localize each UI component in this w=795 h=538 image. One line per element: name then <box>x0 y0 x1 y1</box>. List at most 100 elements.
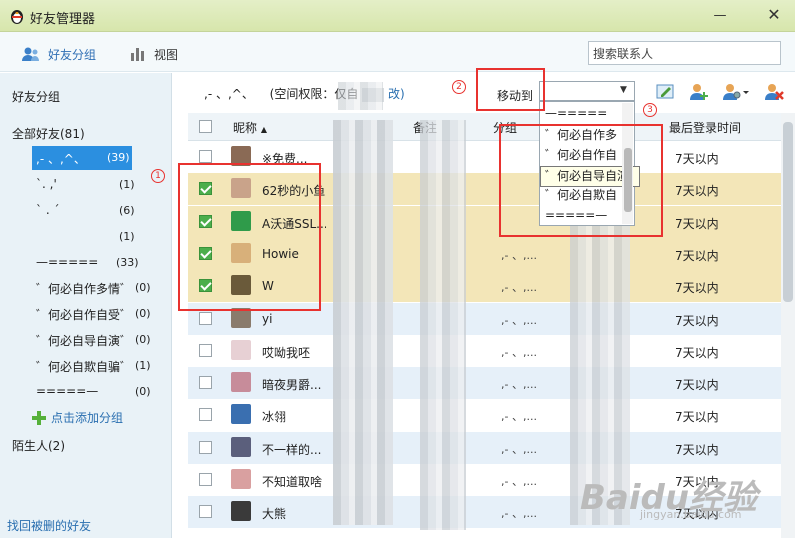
row-nickname: 不知道取啥 <box>262 475 323 489</box>
annotation-box-2 <box>476 68 545 111</box>
contacts-icon <box>22 47 39 61</box>
annotation-number-2: 2 <box>452 80 466 94</box>
sidebar-group-count: (39) <box>107 151 130 164</box>
sidebar-group-label[interactable]: ゛何必自作自受゛ <box>36 306 132 323</box>
column-header-nickname[interactable]: 昵称 ▲ <box>233 119 267 136</box>
row-group: ,- 、,... <box>501 313 537 327</box>
avatar <box>231 404 251 425</box>
sort-asc-icon: ▲ <box>260 125 267 134</box>
sidebar-group-count: (1) <box>119 230 135 243</box>
add-group-label: 点击添加分组 <box>51 411 124 425</box>
row-nickname: 大熊 <box>262 507 287 522</box>
row-last-login: 7天以内 <box>675 442 719 457</box>
friend-settings-icon[interactable] <box>722 83 750 101</box>
annotation-box-3 <box>499 124 663 237</box>
row-group: ,- 、,... <box>501 281 537 295</box>
row-group: ,- 、,... <box>501 442 537 456</box>
row-group: ,- 、,... <box>501 507 537 521</box>
blurred-region <box>338 82 383 110</box>
row-checkbox[interactable] <box>199 343 212 357</box>
row-last-login: 7天以内 <box>675 216 719 231</box>
sidebar-group-label[interactable]: ゛何必自欺自骗゛ <box>36 358 132 375</box>
row-group: ,- 、,... <box>501 378 537 392</box>
bar-chart-icon <box>131 48 144 61</box>
row-last-login: 7天以内 <box>675 378 719 393</box>
add-group-button[interactable]: 点击添加分组 <box>32 409 123 426</box>
plus-icon <box>32 410 46 425</box>
row-checkbox[interactable] <box>199 311 212 325</box>
sidebar-group-label[interactable]: ,- 、,^、 <box>36 150 86 167</box>
add-friend-icon[interactable] <box>689 83 709 101</box>
row-checkbox[interactable] <box>199 150 212 163</box>
column-header-last-login[interactable]: 最后登录时间 <box>669 119 741 136</box>
table-row[interactable]: 冰翎 ,- 、,... 7天以内 <box>188 399 781 432</box>
row-last-login: 7天以内 <box>675 410 719 425</box>
row-checkbox[interactable] <box>199 408 212 422</box>
table-row[interactable]: 哎呦我呸 ,- 、,... 7天以内 <box>188 334 781 367</box>
sidebar-group-label[interactable]: —===== <box>36 255 98 269</box>
row-last-login: 7天以内 <box>675 152 719 166</box>
annotation-number-1: 1 <box>151 169 165 183</box>
row-last-login: 7天以内 <box>675 281 719 296</box>
edit-card-icon[interactable] <box>656 83 676 101</box>
title-bar <box>0 0 795 32</box>
sidebar-strangers[interactable]: 陌生人(2) <box>12 437 65 454</box>
sidebar-header: 好友分组 <box>12 90 61 104</box>
table-row[interactable]: 暗夜男爵... ,- 、,... 7天以内 <box>188 367 781 400</box>
sidebar-group-count: (0) <box>135 307 151 320</box>
sidebar-group-count: (1) <box>119 178 135 191</box>
minimize-button[interactable]: — <box>712 9 728 23</box>
row-checkbox[interactable] <box>199 376 212 390</box>
sidebar-group-label[interactable]: ゛何必自作多情゛ <box>36 280 132 297</box>
annotation-box-1 <box>178 163 321 311</box>
sidebar-group-count: (6) <box>119 204 135 217</box>
avatar <box>231 469 251 489</box>
row-group: ,- 、,... <box>501 475 537 488</box>
watermark-url: jingyan.baidu.com <box>640 508 742 521</box>
sidebar-group-count: (0) <box>135 333 151 346</box>
row-group: ,- 、,... <box>501 345 537 359</box>
tab-view-label: 视图 <box>154 47 179 62</box>
delete-friend-icon[interactable] <box>764 83 784 101</box>
row-last-login: 7天以内 <box>675 345 719 360</box>
blurred-region <box>420 120 466 530</box>
close-button[interactable]: ✕ <box>766 7 782 23</box>
row-checkbox[interactable] <box>199 440 212 454</box>
avatar <box>231 436 251 457</box>
avatar <box>231 372 251 393</box>
table-scrollbar-thumb[interactable] <box>783 122 793 302</box>
sidebar-group-label[interactable]: =====— <box>36 384 98 398</box>
dropdown-option[interactable]: —===== <box>541 104 625 123</box>
row-last-login: 7天以内 <box>675 248 719 263</box>
sidebar-group-count: (1) <box>135 359 151 372</box>
sidebar-group-label[interactable]: ゛何必自导自演゛ <box>36 332 132 349</box>
tab-view[interactable]: 视图 <box>130 45 178 63</box>
penguin-icon <box>11 10 23 24</box>
current-group-name: ,- 、,^、 <box>204 87 254 101</box>
recover-deleted-friends-link[interactable]: 找回被删的好友 <box>7 517 91 534</box>
sidebar-group-label[interactable]: `. ,' <box>36 177 57 191</box>
row-nickname: 不一样的... <box>262 442 322 457</box>
table-row[interactable]: 不一样的... ,- 、,... 7天以内 <box>188 431 781 464</box>
row-nickname: yi <box>262 311 273 326</box>
row-nickname: 暗夜男爵... <box>262 378 322 393</box>
avatar <box>231 339 251 360</box>
window-title: 好友管理器 <box>30 12 96 27</box>
row-checkbox[interactable] <box>199 505 212 519</box>
tab-friend-groups[interactable]: 好友分组 <box>22 45 96 63</box>
sidebar-group-count: (0) <box>135 385 151 398</box>
select-all-checkbox[interactable] <box>199 120 212 133</box>
sidebar-group-label[interactable]: ` . ´ <box>36 203 59 217</box>
row-last-login: 7天以内 <box>675 184 719 199</box>
sidebar-all-friends[interactable]: 全部好友(81) <box>12 125 85 142</box>
move-to-select[interactable]: ▼ <box>539 81 635 101</box>
edit-permission-link[interactable]: 改) <box>388 87 405 101</box>
row-group: ,- 、,... <box>501 410 537 424</box>
search-input[interactable]: 搜索联系人 <box>588 41 781 65</box>
row-checkbox[interactable] <box>199 473 212 486</box>
annotation-number-3: 3 <box>643 103 657 117</box>
chevron-down-icon: ▼ <box>620 85 627 95</box>
row-group: ,- 、,... <box>501 248 537 262</box>
row-nickname: 哎呦我呸 <box>262 345 311 360</box>
row-last-login: 7天以内 <box>675 313 719 328</box>
